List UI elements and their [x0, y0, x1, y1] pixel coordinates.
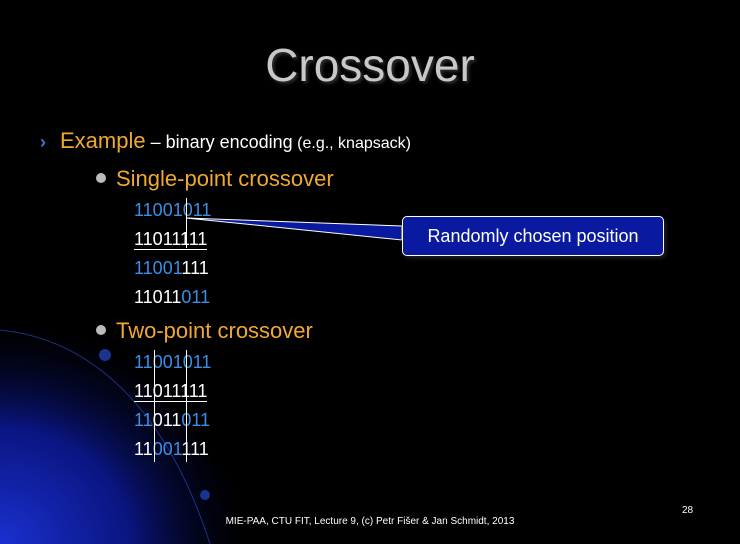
callout-pointer — [185, 217, 403, 241]
two-row-1: 11001011 — [134, 352, 212, 372]
footer-text: MIE-PAA, CTU FIT, Lecture 9, (c) Petr Fi… — [225, 516, 515, 527]
two-row-2: 11011111 — [134, 381, 208, 402]
two-row-4: 11001111 — [134, 439, 209, 459]
two-row-3: 11011011 — [134, 410, 211, 430]
bullet-dot-icon — [96, 325, 106, 336]
crossover-point-line-2 — [186, 350, 187, 462]
callout-box: Randomly chosen position — [402, 216, 664, 256]
two-point-label: Two-point crossover — [116, 318, 313, 343]
page-number: 28 — [682, 505, 694, 516]
two-point-bullet: Two-point crossover — [96, 318, 313, 344]
crossover-point-line-1 — [154, 350, 155, 462]
